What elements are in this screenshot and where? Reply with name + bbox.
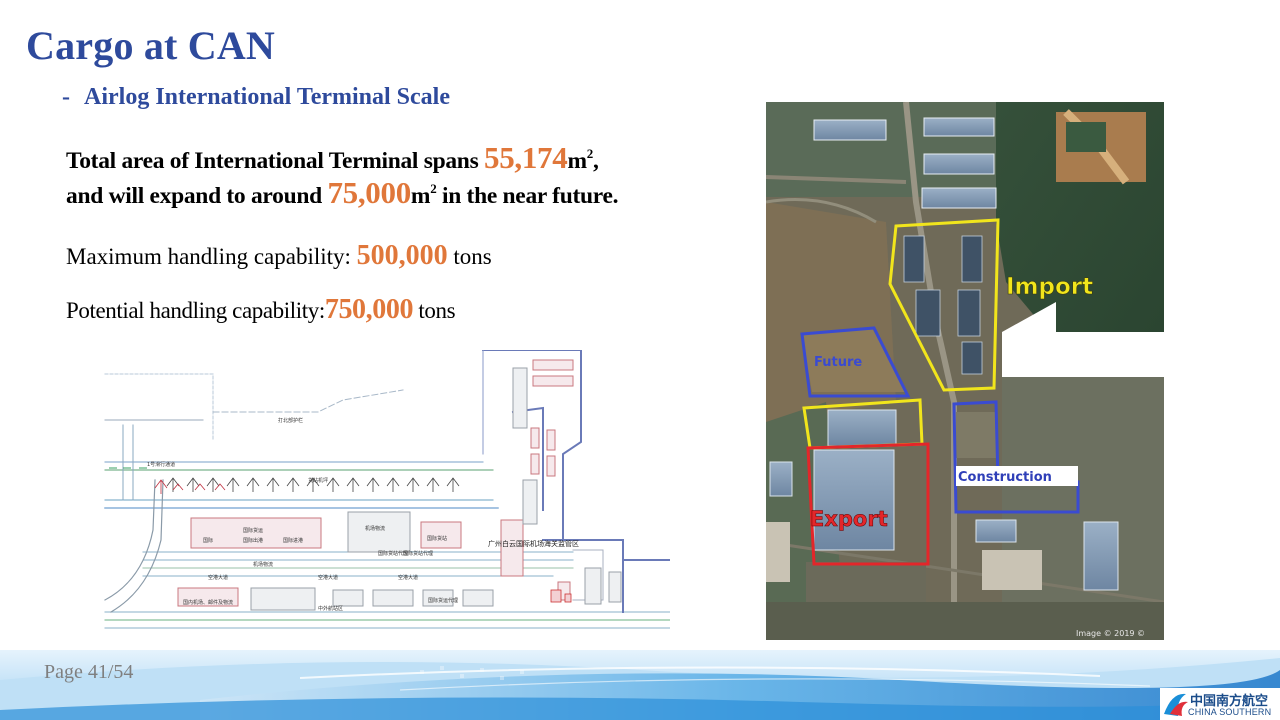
- plan-label-b3: 国际货站: [427, 535, 447, 542]
- zone-label-import: Import: [1006, 274, 1093, 300]
- satellite-photo: Import Future Construction Export Image …: [766, 102, 1164, 640]
- plan-label-b5: 国内机场、邮件及物流: [183, 599, 233, 606]
- plan-label-b1: 国际货运: [243, 527, 263, 534]
- plan-label-b1a: 国际: [203, 537, 213, 544]
- plan-label-b2: 机场物流: [365, 525, 385, 532]
- max-capability-label: Maximum handling capability:: [66, 244, 357, 269]
- page-number: Page 41/54: [44, 661, 134, 683]
- logo-text-en: CHINA SOUTHERN: [1188, 707, 1272, 717]
- potential-capability-line: Potential handling capability:750,000 to…: [66, 294, 456, 326]
- zone-label-construction: Construction: [958, 470, 1052, 485]
- total-area-text: Total area of International Terminal spa…: [66, 148, 484, 174]
- zone-label-future: Future: [814, 355, 862, 370]
- max-capability-value: 500,000: [356, 240, 448, 271]
- plan-label-road2: 空港大道: [318, 574, 338, 581]
- plan-label-mid-strip: 货站机坪: [308, 477, 328, 484]
- slide-subtitle: - Airlog International Terminal Scale: [62, 84, 450, 111]
- plan-label-b6: 中外航站区: [318, 605, 343, 612]
- potential-capability-label: Potential handling capability:: [66, 298, 325, 323]
- subtitle-text: Airlog International Terminal Scale: [84, 84, 450, 110]
- total-area-unit: m: [567, 148, 587, 174]
- expand-area-end: in the near future.: [436, 183, 619, 209]
- plan-label-b1b: 国际出港: [243, 537, 263, 544]
- plan-label-top: 打北部护栏: [278, 417, 303, 424]
- subtitle-dash: -: [62, 84, 70, 110]
- total-area-line: Total area of International Terminal spa…: [66, 140, 599, 176]
- plan-label-b3b: 国际货站代理: [403, 550, 433, 557]
- site-plan-svg: 打北部护栏 1号滑行通道 货站机坪 国际货运 国际 国际出港 国际进港 机场物流…: [104, 350, 670, 629]
- slide-title: Cargo at CAN: [26, 23, 276, 68]
- site-plan-drawing: 打北部护栏 1号滑行通道 货站机坪 国际货运 国际 国际出港 国际进港 机场物流…: [103, 350, 670, 642]
- plan-label-customs-zone: 广州白云国际机场海关监管区: [488, 539, 579, 548]
- slide: Cargo at CAN - Airlog International Termi…: [0, 0, 1280, 720]
- potential-capability-unit: tons: [413, 298, 456, 323]
- expand-area-unit: m: [410, 183, 431, 209]
- expand-area-value: 75,000: [327, 175, 411, 210]
- potential-capability-value: 750,000: [324, 294, 414, 325]
- plan-label-road1: 空港大道: [208, 574, 228, 581]
- satellite-svg: Import Future Construction Export Image …: [766, 102, 1164, 640]
- expand-area-line: and will expand to around 75,000m2 in th…: [66, 175, 618, 211]
- plan-label-left-row: 1号滑行通道: [147, 461, 175, 468]
- max-capability-unit: tons: [447, 244, 492, 269]
- plan-label-b4: 机场物流: [253, 561, 273, 568]
- expand-area-text: and will expand to around: [66, 183, 328, 209]
- total-area-end: ,: [592, 148, 599, 174]
- zone-label-export: Export: [810, 507, 888, 531]
- plan-label-b7: 国际货运代理: [428, 597, 458, 604]
- total-area-value: 55,174: [484, 140, 568, 175]
- max-capability-line: Maximum handling capability: 500,000 ton…: [66, 240, 492, 272]
- plan-label-road3: 空港大道: [398, 574, 418, 581]
- plan-label-b1c: 国际进港: [283, 537, 303, 544]
- footer-wave-decoration: [0, 650, 1280, 720]
- image-credit: Image © 2019 ©: [1076, 629, 1145, 638]
